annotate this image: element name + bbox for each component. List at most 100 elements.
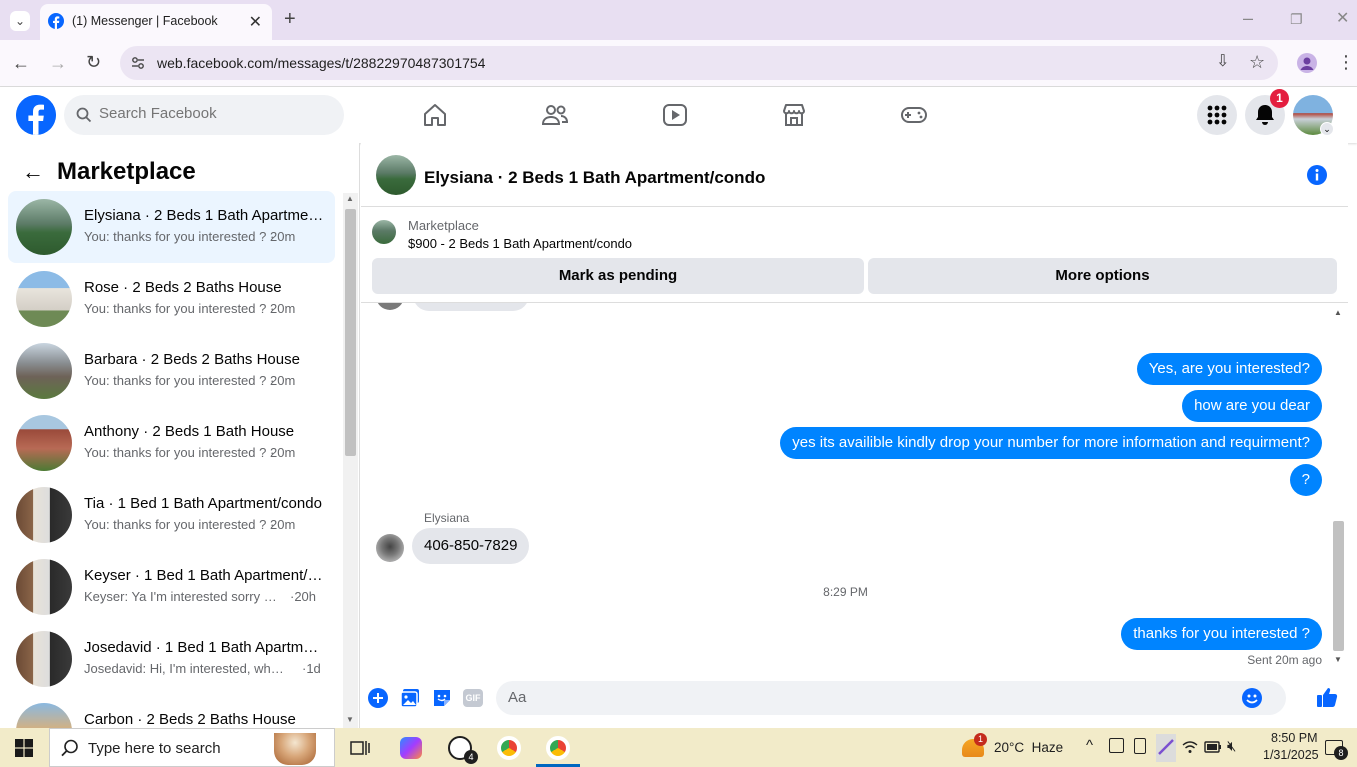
outgoing-message[interactable]: yes its availible kindly drop your numbe… bbox=[780, 427, 1322, 459]
facebook-logo-icon[interactable] bbox=[16, 95, 56, 135]
conversation-item[interactable]: Barbara · 2 Beds 2 Baths House You: than… bbox=[8, 335, 335, 407]
message-composer[interactable] bbox=[496, 681, 1286, 715]
conversation-item[interactable]: Anthony · 2 Beds 1 Bath House You: thank… bbox=[8, 407, 335, 479]
chat-title[interactable]: Elysiana · 2 Beds 1 Bath Apartment/condo bbox=[424, 168, 765, 188]
tab-search-icon[interactable]: ⌄ bbox=[10, 11, 30, 31]
back-icon[interactable]: ← bbox=[12, 54, 30, 72]
friends-icon[interactable] bbox=[541, 101, 569, 129]
close-window-icon[interactable]: ✕ bbox=[1336, 10, 1349, 28]
listing-description[interactable]: $900 - 2 Beds 1 Bath Apartment/condo bbox=[408, 236, 632, 251]
chat-avatar[interactable] bbox=[376, 155, 416, 195]
panel-title: Marketplace bbox=[57, 158, 196, 185]
conversation-snippet: You: thanks for you interested ? · bbox=[84, 229, 275, 244]
facebook-header: 1 ⌄ bbox=[0, 87, 1357, 143]
conversation-item[interactable]: Josedavid · 1 Bed 1 Bath Apartment/condo… bbox=[8, 623, 335, 695]
chrome-profile1-icon[interactable] bbox=[497, 736, 521, 760]
scroll-up-icon[interactable]: ▲ bbox=[1334, 308, 1342, 317]
scroll-down-icon[interactable]: ▼ bbox=[1334, 655, 1342, 664]
bookmark-star-icon[interactable]: ☆ bbox=[1249, 53, 1265, 71]
whatsapp-badge: 4 bbox=[464, 750, 478, 764]
restore-icon[interactable]: ❐ bbox=[1290, 10, 1303, 28]
conversation-item[interactable]: Carbon · 2 Beds 2 Baths House bbox=[8, 695, 335, 728]
emoji-icon[interactable] bbox=[1242, 688, 1262, 708]
more-options-button[interactable]: More options bbox=[868, 258, 1337, 294]
clock-date[interactable]: 1/31/2025 bbox=[1263, 748, 1319, 762]
back-arrow-icon[interactable]: ← bbox=[22, 159, 44, 185]
incoming-message[interactable]: 406-850-7829 bbox=[412, 528, 530, 564]
facebook-search[interactable] bbox=[64, 95, 344, 135]
conversation-item[interactable]: Keyser · 1 Bed 1 Bath Apartment/condo Ke… bbox=[8, 551, 335, 623]
video-icon[interactable] bbox=[661, 101, 689, 129]
coffee-cup-icon bbox=[274, 733, 316, 765]
conversation-item[interactable]: Rose · 2 Beds 2 Baths House You: thanks … bbox=[8, 263, 335, 335]
install-app-icon[interactable]: ⇩ bbox=[1216, 53, 1229, 71]
notification-center-icon[interactable]: 8 bbox=[1325, 740, 1348, 760]
home-icon[interactable] bbox=[421, 101, 449, 129]
close-tab-icon[interactable]: ✕ bbox=[249, 12, 262, 32]
listing-thumbnail bbox=[16, 631, 72, 687]
message-input[interactable] bbox=[508, 689, 1208, 706]
whatsapp-icon[interactable]: 4 bbox=[448, 736, 478, 764]
tray-app-icon[interactable] bbox=[1109, 738, 1124, 753]
photo-icon[interactable] bbox=[400, 688, 420, 708]
mark-as-pending-button[interactable]: Mark as pending bbox=[372, 258, 864, 294]
partial-bubble bbox=[413, 303, 529, 311]
search-input[interactable] bbox=[99, 105, 329, 122]
conversation-list-scrollbar[interactable]: ▲ ▼ bbox=[343, 193, 358, 728]
outgoing-message[interactable]: ? bbox=[1289, 464, 1322, 496]
browser-tab-messenger[interactable]: (1) Messenger | Facebook ✕ bbox=[40, 4, 272, 40]
minimize-icon[interactable]: – bbox=[1243, 9, 1253, 27]
task-view-icon[interactable] bbox=[350, 738, 370, 758]
address-bar[interactable]: web.facebook.com/messages/t/288229704873… bbox=[120, 46, 1278, 80]
listing-thumbnail[interactable] bbox=[372, 220, 396, 244]
sent-status: Sent 20m ago bbox=[1247, 653, 1322, 667]
message-thread: Yes, are you interested? how are you dea… bbox=[361, 303, 1348, 670]
scrollbar-thumb[interactable] bbox=[1333, 521, 1344, 651]
clock-time[interactable]: 8:50 PM bbox=[1271, 731, 1318, 745]
conversation-time: ·1d bbox=[302, 661, 321, 676]
tray-device-icon[interactable] bbox=[1134, 738, 1146, 754]
reload-icon[interactable]: ↻ bbox=[86, 53, 101, 71]
new-tab-icon[interactable]: + bbox=[284, 9, 296, 29]
profile-icon[interactable] bbox=[1297, 53, 1317, 73]
sticker-icon[interactable] bbox=[432, 688, 452, 708]
chrome-menu-icon[interactable]: ⋮ bbox=[1337, 53, 1355, 71]
chat-scrollbar[interactable]: ▲ ▼ bbox=[1331, 306, 1346, 668]
outgoing-message[interactable]: thanks for you interested ? bbox=[1121, 618, 1322, 650]
gif-icon[interactable]: GIF bbox=[463, 689, 483, 707]
menu-grid-button[interactable] bbox=[1197, 95, 1237, 135]
tray-chevron-icon[interactable]: ^ bbox=[1086, 737, 1093, 754]
outgoing-message[interactable]: Yes, are you interested? bbox=[1136, 353, 1322, 385]
conversation-item[interactable]: Tia · 1 Bed 1 Bath Apartment/condo You: … bbox=[8, 479, 335, 551]
scroll-down-icon[interactable]: ▼ bbox=[346, 715, 354, 724]
chrome-profile2-icon[interactable] bbox=[546, 736, 570, 760]
marketplace-icon[interactable] bbox=[780, 101, 808, 129]
thumbs-up-icon[interactable] bbox=[1316, 686, 1338, 708]
info-icon[interactable] bbox=[1307, 165, 1327, 185]
url-text: web.facebook.com/messages/t/288229704873… bbox=[157, 55, 486, 71]
notifications-button[interactable]: 1 bbox=[1245, 89, 1289, 135]
weather-text[interactable]: 20°C Haze bbox=[994, 740, 1063, 755]
windows-start-icon[interactable] bbox=[15, 739, 33, 757]
conversation-time: 20m bbox=[270, 445, 296, 460]
conversation-name: Elysiana · 2 Beds 1 Bath Apartment/condo bbox=[84, 207, 324, 224]
account-chevron-icon[interactable]: ⌄ bbox=[1320, 122, 1334, 136]
outgoing-message[interactable]: how are you dear bbox=[1182, 390, 1322, 422]
wifi-icon[interactable] bbox=[1182, 740, 1198, 754]
weather-icon[interactable]: 1 bbox=[962, 733, 987, 757]
partial-avatar bbox=[376, 303, 404, 310]
sender-avatar[interactable] bbox=[376, 534, 404, 562]
forward-icon[interactable]: → bbox=[49, 54, 67, 72]
conversation-item[interactable]: Elysiana · 2 Beds 1 Bath Apartment/condo… bbox=[8, 191, 335, 263]
scroll-up-icon[interactable]: ▲ bbox=[346, 194, 354, 203]
copilot-icon[interactable] bbox=[400, 737, 422, 759]
add-icon[interactable] bbox=[368, 688, 388, 708]
conversation-time: 20m bbox=[270, 517, 296, 532]
scrollbar-thumb[interactable] bbox=[345, 209, 356, 456]
site-info-icon[interactable] bbox=[130, 55, 146, 71]
volume-muted-icon[interactable]: 🔇︎ bbox=[1227, 738, 1236, 755]
gaming-icon[interactable] bbox=[900, 101, 928, 129]
marketplace-listing-bar: Marketplace $900 - 2 Beds 1 Bath Apartme… bbox=[361, 207, 1348, 303]
taskbar-search[interactable]: Type here to search bbox=[49, 728, 335, 767]
battery-icon[interactable] bbox=[1204, 741, 1222, 753]
